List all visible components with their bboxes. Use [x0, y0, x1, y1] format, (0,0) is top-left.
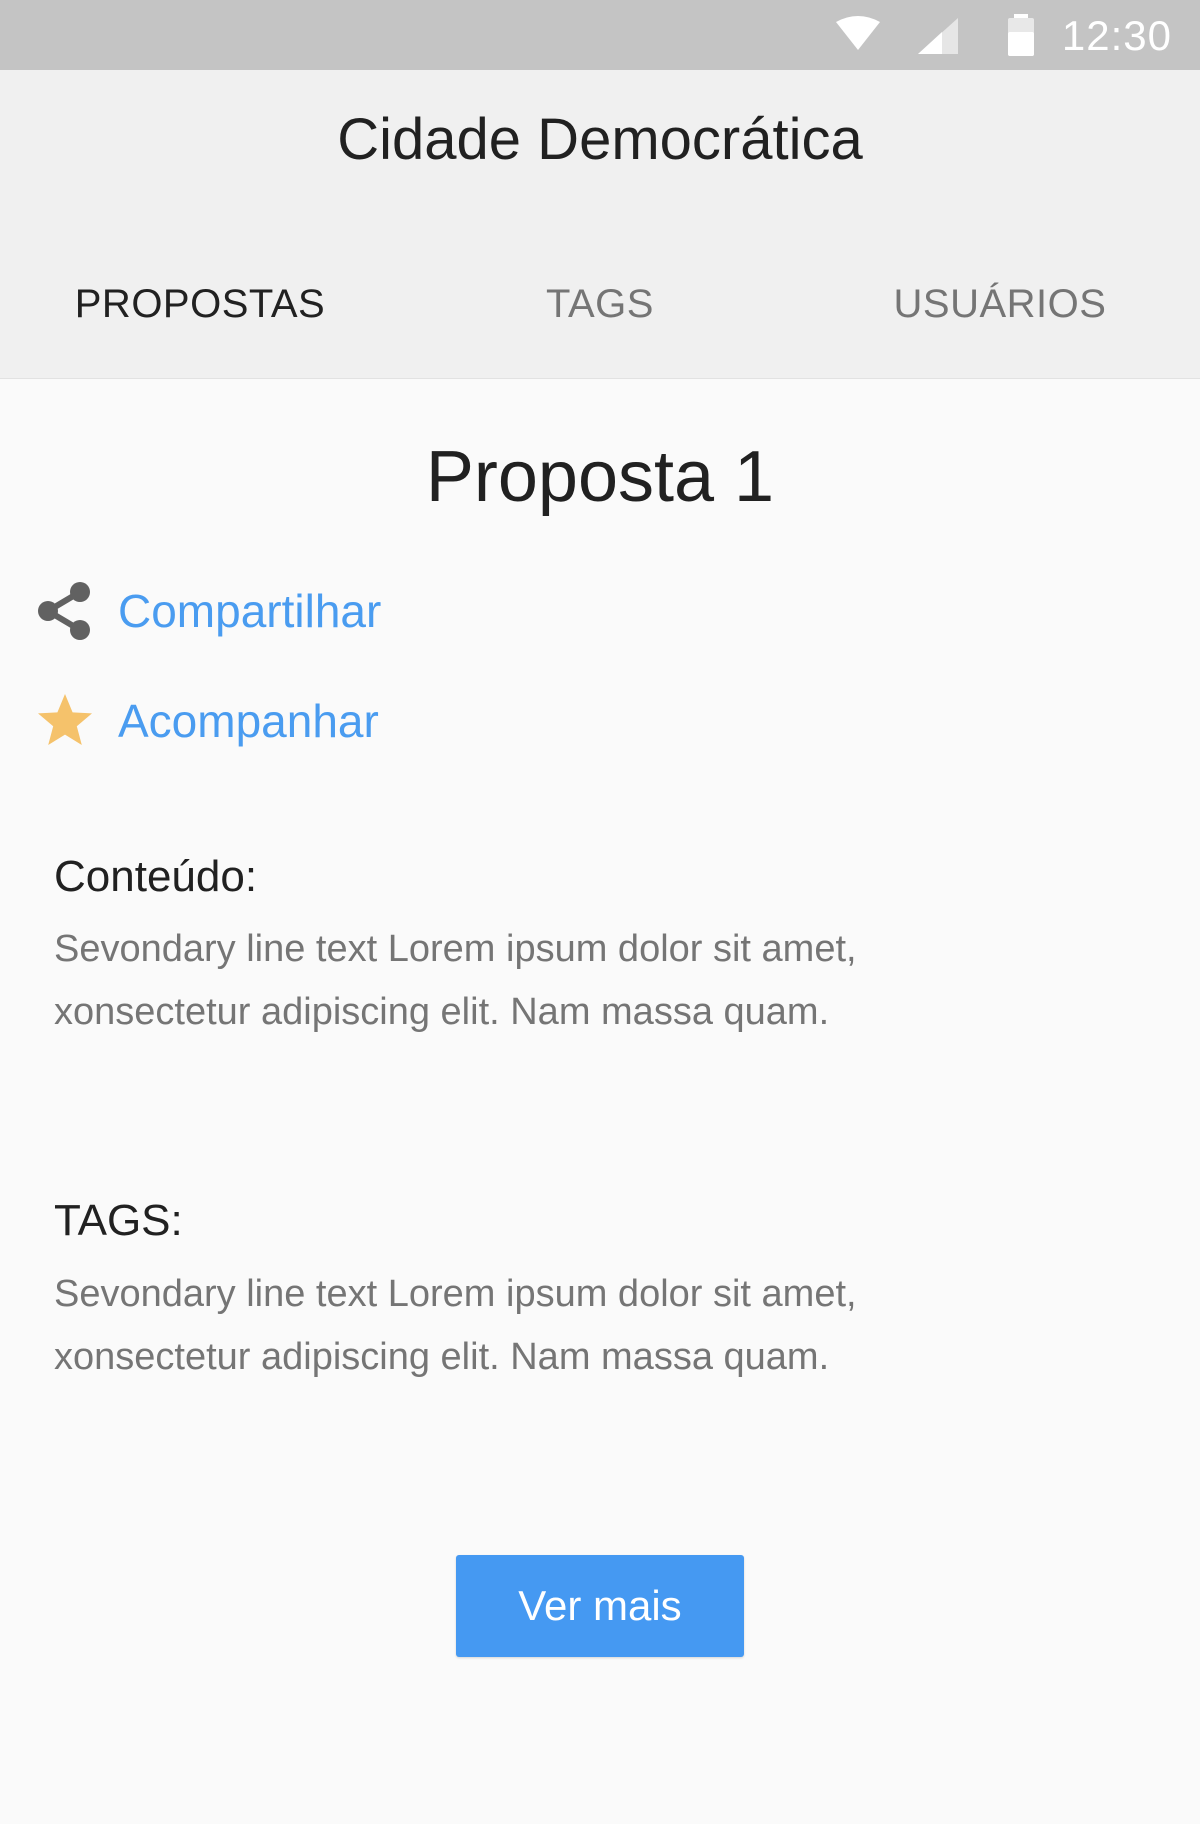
- tab-usuarios[interactable]: USUÁRIOS: [800, 282, 1200, 327]
- app-bar: Cidade Democrática PROPOSTAS TAGS USUÁRI…: [0, 70, 1200, 379]
- battery-icon: [1008, 14, 1034, 56]
- tags-text: Sevondary line text Lorem ipsum dolor si…: [54, 1273, 857, 1378]
- app-title: Cidade Democrática: [337, 107, 863, 172]
- follow-label[interactable]: Acompanhar: [118, 694, 379, 748]
- see-more-button[interactable]: Ver mais: [456, 1555, 744, 1657]
- cellular-signal-icon: [918, 18, 958, 54]
- status-bar: 12:30: [0, 0, 1200, 70]
- wifi-icon: [836, 16, 880, 50]
- follow-action[interactable]: Acompanhar: [34, 686, 379, 756]
- content-text: Sevondary line text Lorem ipsum dolor si…: [54, 928, 857, 1033]
- share-label[interactable]: Compartilhar: [118, 584, 381, 638]
- tab-tags[interactable]: TAGS: [400, 282, 800, 327]
- tab-propostas[interactable]: PROPOSTAS: [0, 282, 400, 327]
- proposal-content: Proposta 1 Compartilhar Acompanhar Conte…: [0, 380, 1200, 1824]
- star-icon: [34, 690, 96, 752]
- proposal-title: Proposta 1: [425, 437, 775, 517]
- content-label: Conteúdo:: [54, 852, 258, 901]
- share-icon: [34, 580, 96, 642]
- tags-label: TAGS:: [54, 1196, 183, 1245]
- share-action[interactable]: Compartilhar: [34, 576, 381, 646]
- status-time: 12:30: [1061, 12, 1172, 59]
